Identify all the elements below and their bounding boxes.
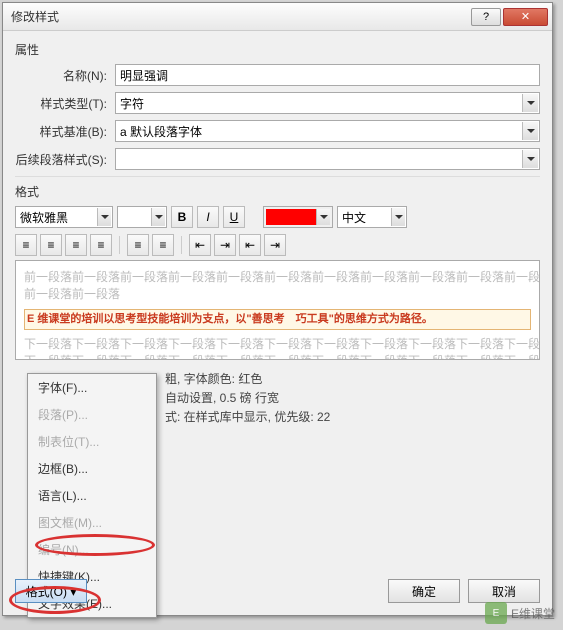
style-description: 粗, 字体颜色: 红色 自动设置, 0.5 磅 行宽 式: 在样式库中显示, 优… xyxy=(165,360,540,438)
align-center-button[interactable]: ≡ xyxy=(40,234,62,256)
separator xyxy=(119,236,120,254)
name-label: 名称(N): xyxy=(15,67,115,84)
menu-tabs: 制表位(T)... xyxy=(28,428,156,455)
ok-button[interactable]: 确定 xyxy=(388,579,460,603)
watermark-logo-icon: E xyxy=(485,602,507,624)
align-right-button[interactable]: ≡ xyxy=(65,234,87,256)
style-base-label: 样式基准(B): xyxy=(15,123,115,140)
chevron-down-icon xyxy=(151,208,165,226)
properties-section-label: 属性 xyxy=(15,41,540,58)
chevron-down-icon xyxy=(522,122,538,140)
help-button[interactable]: ? xyxy=(471,8,501,26)
separator xyxy=(181,236,182,254)
next-style-label: 后续段落样式(S): xyxy=(15,151,115,168)
menu-numbering: 编号(N)... xyxy=(28,536,156,563)
chevron-down-icon xyxy=(316,209,330,225)
font-color-button[interactable] xyxy=(263,206,333,228)
size-combo[interactable] xyxy=(117,206,167,228)
preview-area: 前一段落前一段落前一段落前一段落前一段落前一段落前一段落前一段落前一段落前一段落… xyxy=(15,260,540,360)
style-base-combo[interactable]: a 默认段落字体 xyxy=(115,120,540,142)
preview-highlight: E 维课堂的培训以思考型技能培训为支点，以"善思考 巧工具"的思维方式为路径。 xyxy=(24,309,531,330)
color-swatch-red xyxy=(266,209,316,225)
cancel-button[interactable]: 取消 xyxy=(468,579,540,603)
next-style-combo[interactable] xyxy=(115,148,540,170)
indent-inc-button[interactable]: ⇥ xyxy=(214,234,236,256)
close-button[interactable]: ✕ xyxy=(503,8,548,26)
chevron-down-icon xyxy=(522,150,538,168)
line-dec-button[interactable]: ⇤ xyxy=(239,234,261,256)
indent-dec-button[interactable]: ⇤ xyxy=(189,234,211,256)
menu-frame: 图文框(M)... xyxy=(28,509,156,536)
align-left-button[interactable]: ≡ xyxy=(15,234,37,256)
line-inc-button[interactable]: ⇥ xyxy=(264,234,286,256)
menu-language[interactable]: 语言(L)... xyxy=(28,482,156,509)
name-input[interactable] xyxy=(115,64,540,86)
align-justify-button[interactable]: ≡ xyxy=(90,234,112,256)
chevron-down-icon xyxy=(391,208,405,226)
font-combo[interactable]: 微软雅黑 xyxy=(15,206,113,228)
format-section-label: 格式 xyxy=(15,183,540,200)
style-type-combo[interactable]: 字符 xyxy=(115,92,540,114)
titlebar[interactable]: 修改样式 ? ✕ xyxy=(3,3,552,31)
style-type-label: 样式类型(T): xyxy=(15,95,115,112)
menu-paragraph: 段落(P)... xyxy=(28,401,156,428)
linespacing-2-button[interactable]: ≡ xyxy=(152,234,174,256)
menu-font[interactable]: 字体(F)... xyxy=(28,374,156,401)
linespacing-1-button[interactable]: ≡ xyxy=(127,234,149,256)
italic-button[interactable]: I xyxy=(197,206,219,228)
chevron-down-icon xyxy=(522,94,538,112)
watermark: E E维课堂 xyxy=(485,602,555,624)
menu-border[interactable]: 边框(B)... xyxy=(28,455,156,482)
format-button[interactable]: 格式(O) ▾ xyxy=(15,579,87,603)
underline-button[interactable]: U xyxy=(223,206,245,228)
bold-button[interactable]: B xyxy=(171,206,193,228)
dialog-title: 修改样式 xyxy=(7,8,469,25)
lang-combo[interactable]: 中文 xyxy=(337,206,407,228)
chevron-down-icon xyxy=(97,208,111,226)
modify-style-dialog: 修改样式 ? ✕ 属性 名称(N): 样式类型(T): 字符 样式基准(B): … xyxy=(2,2,553,616)
